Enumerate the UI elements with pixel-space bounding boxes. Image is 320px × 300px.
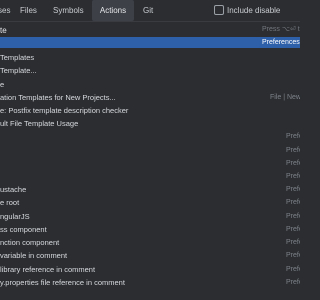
result-label: library reference in comment — [0, 265, 96, 274]
list-item[interactable]: Templates — [0, 52, 300, 63]
result-label: e root — [0, 198, 20, 207]
tab-symbols[interactable]: Symbols — [53, 0, 84, 21]
result-location: Preferences — [262, 39, 300, 46]
include-disabled-label: Include disable — [227, 6, 281, 15]
list-item[interactable]: e root Prefe — [0, 197, 300, 208]
result-location: File | New — [270, 94, 300, 101]
result-label: ustache — [0, 185, 27, 194]
list-item[interactable]: e: Postfix template description checker — [0, 105, 300, 116]
search-input[interactable] — [0, 24, 180, 36]
list-item[interactable]: ngularJS Prefe — [0, 211, 300, 222]
result-location: Prefe — [286, 252, 300, 259]
list-item[interactable]: variable in comment Prefe — [0, 250, 300, 261]
list-item[interactable]: Preferences — [0, 37, 300, 48]
result-location: Prefe — [286, 199, 300, 206]
list-item[interactable]: Prefe — [0, 145, 300, 156]
result-label: Template... — [0, 66, 37, 75]
result-label: e — [0, 80, 5, 89]
list-item[interactable]: ult File Template Usage — [0, 118, 300, 129]
search-bar: Press ⌥⏎ to — [0, 21, 300, 38]
tab-actions[interactable]: Actions — [92, 0, 134, 21]
list-item[interactable]: Template... — [0, 65, 300, 76]
list-item[interactable]: y.properties file reference in comment P… — [0, 277, 300, 288]
result-location: Prefe — [286, 160, 300, 167]
list-item[interactable]: Prefe — [0, 131, 300, 142]
list-item[interactable]: ustache Prefe — [0, 184, 300, 195]
result-location: Prefe — [286, 186, 300, 193]
result-location: Prefe — [286, 147, 300, 154]
include-disabled-checkbox[interactable] — [214, 5, 224, 15]
search-everywhere-popup: ses Files Symbols Actions Git Include di… — [0, 0, 300, 300]
list-item[interactable]: e — [0, 79, 300, 90]
tab-git[interactable]: Git — [143, 0, 157, 21]
tab-bar: ses Files Symbols Actions Git Include di… — [0, 0, 300, 21]
result-location: Prefe — [286, 133, 300, 140]
tab-classes[interactable]: ses — [0, 0, 12, 21]
result-label: y.properties file reference in comment — [0, 278, 125, 287]
result-label: ation Templates for New Projects... — [0, 93, 116, 102]
result-label: ss component — [0, 225, 47, 234]
search-hint: Press ⌥⏎ to — [262, 26, 300, 33]
result-label: Templates — [0, 53, 35, 62]
result-location: Prefe — [286, 266, 300, 273]
list-item[interactable]: ss component Prefe — [0, 224, 300, 235]
result-label: e: Postfix template description checker — [0, 106, 129, 115]
result-label: ngularJS — [0, 212, 30, 221]
result-location: Prefe — [286, 279, 300, 286]
result-location: Prefe — [286, 226, 300, 233]
result-location: Prefe — [286, 239, 300, 246]
result-label: ult File Template Usage — [0, 119, 79, 128]
result-label: nction component — [0, 238, 60, 247]
list-item[interactable]: nction component Prefe — [0, 237, 300, 248]
list-item[interactable]: Prefe — [0, 158, 300, 169]
list-item[interactable]: ation Templates for New Projects... File… — [0, 92, 300, 103]
result-location: Prefe — [286, 173, 300, 180]
result-label: variable in comment — [0, 251, 68, 260]
results-list: Preferences Templates Template... e atio… — [0, 37, 300, 300]
list-item[interactable]: Prefe — [0, 171, 300, 182]
result-location: Prefe — [286, 213, 300, 220]
tab-files[interactable]: Files — [20, 0, 37, 21]
list-item[interactable]: library reference in comment Prefe — [0, 264, 300, 275]
